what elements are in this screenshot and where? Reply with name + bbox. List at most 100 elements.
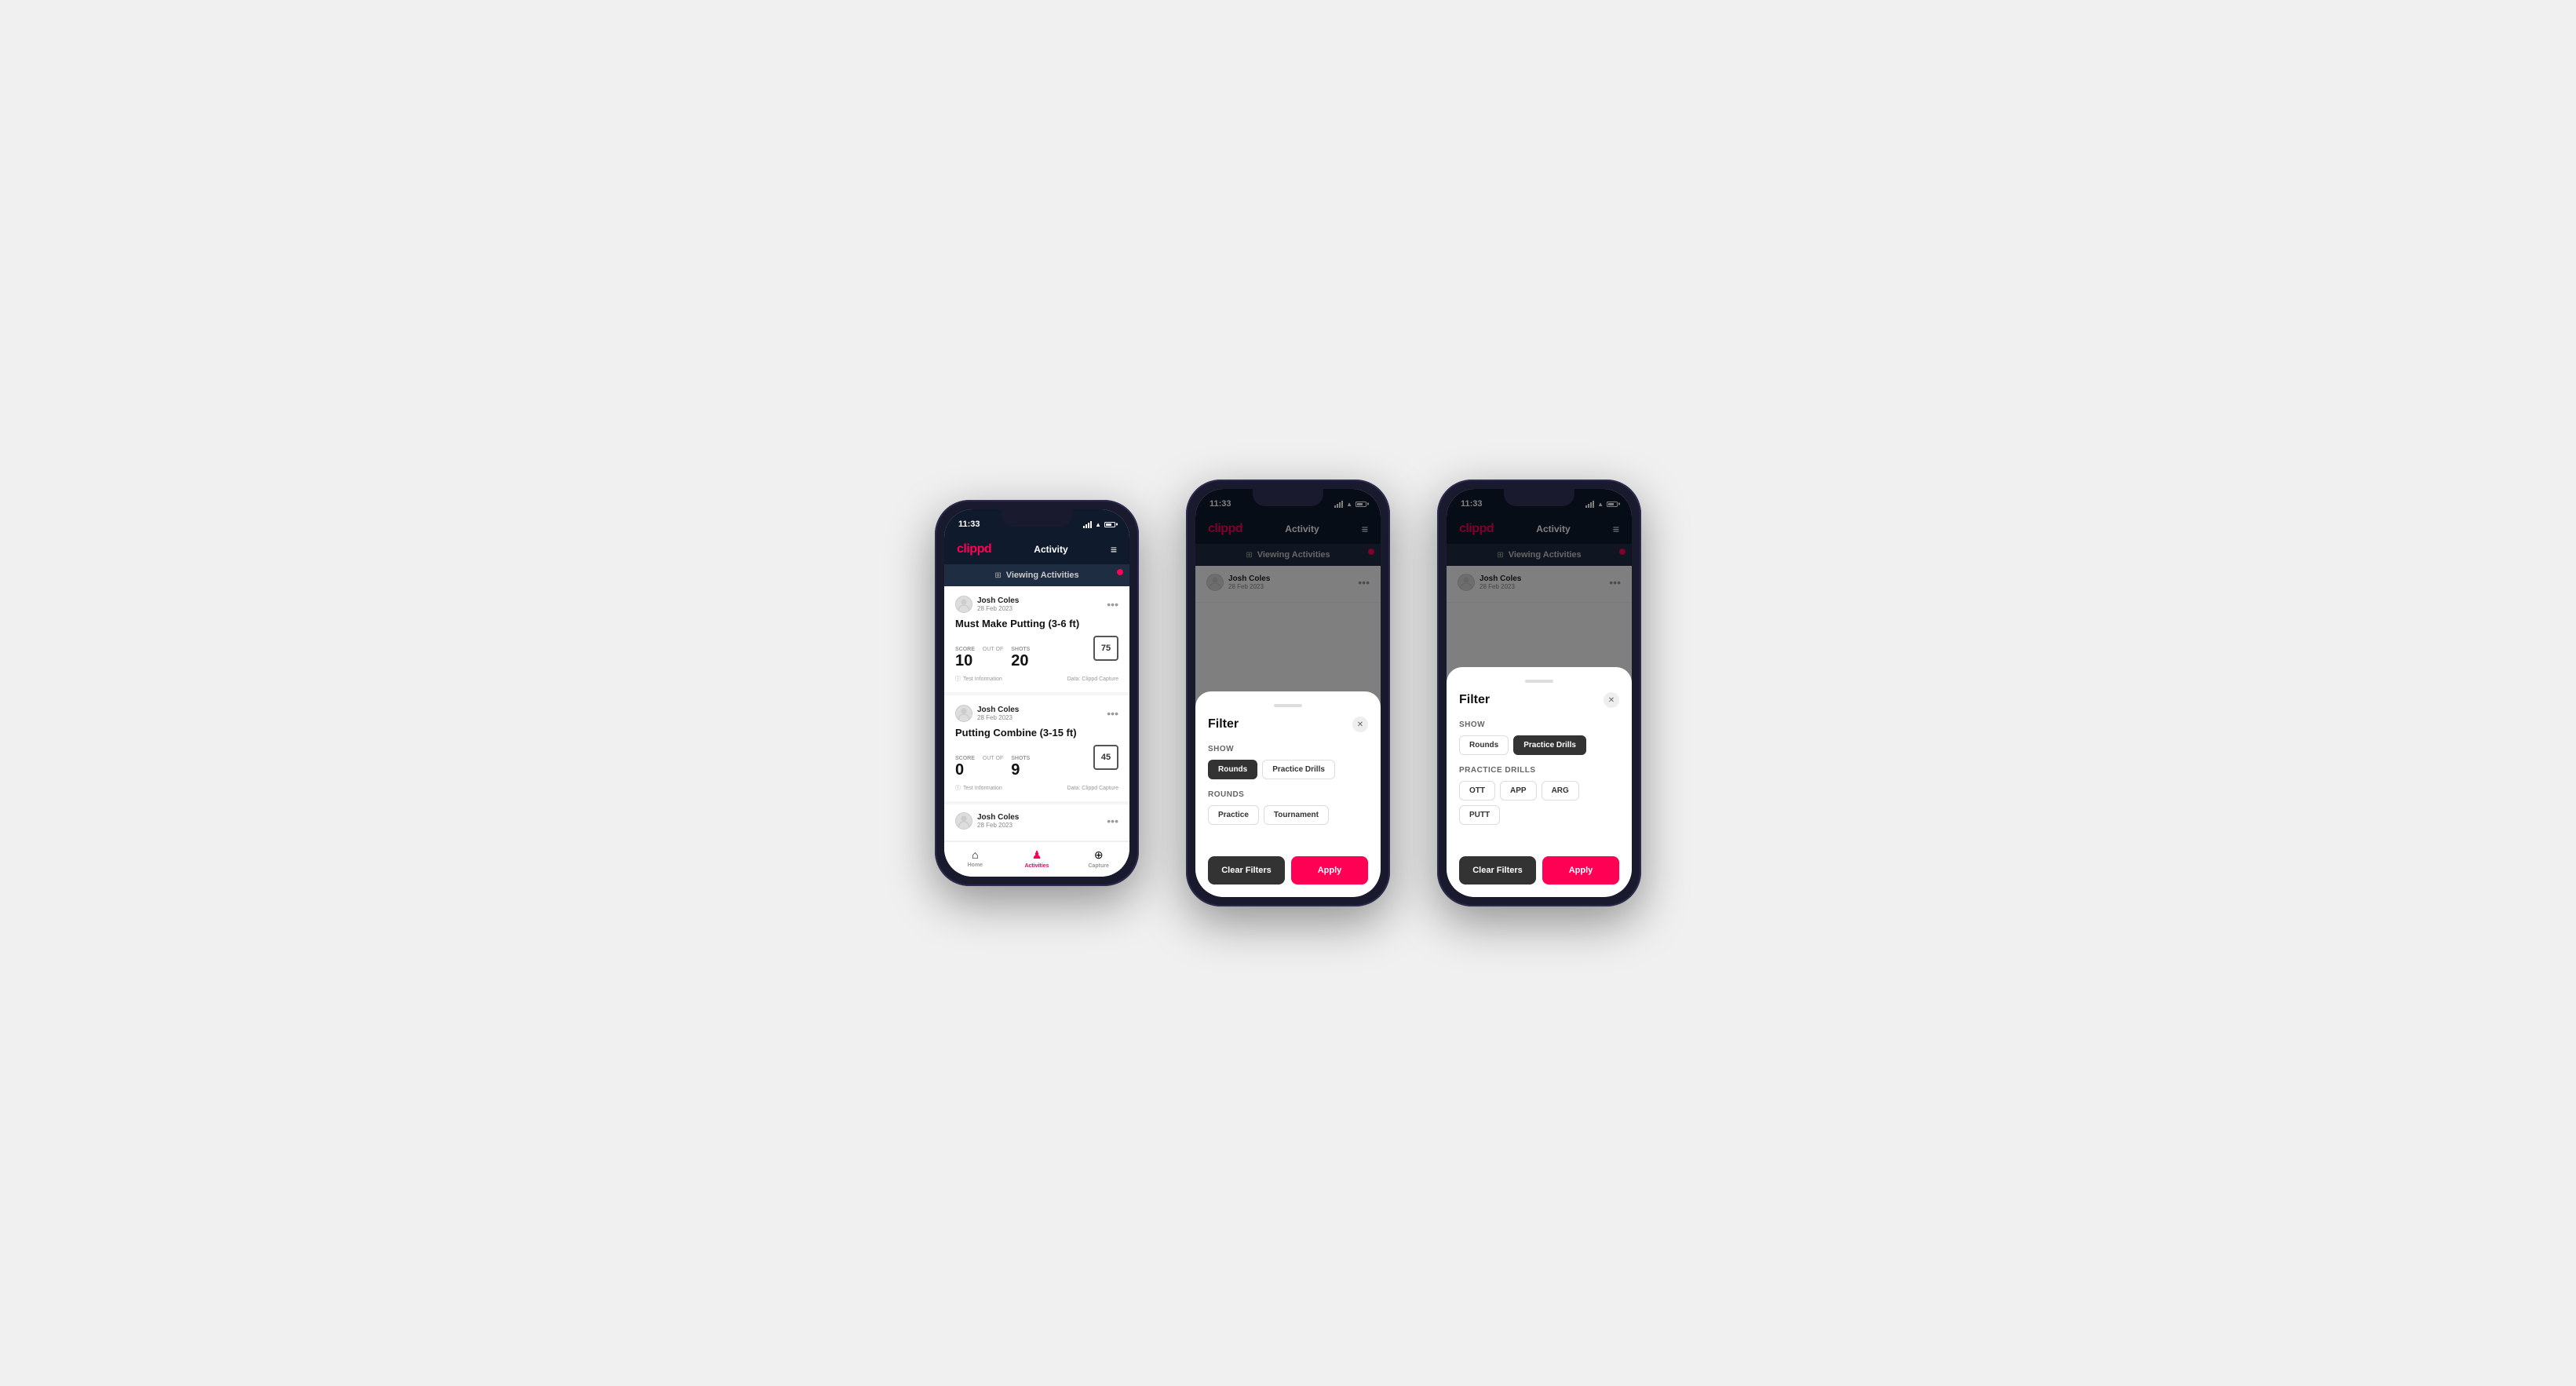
scene: 11:33 ▲ clippd Activity ≡ — [903, 432, 1673, 954]
shots-value-2: 9 — [1011, 761, 1020, 779]
shot-quality-badge-2: 45 — [1093, 745, 1118, 770]
signal-icon-1 — [1083, 521, 1092, 528]
score-label-2: Score — [955, 756, 975, 761]
show-label-2: Show — [1208, 745, 1368, 753]
banner-dot-1 — [1117, 569, 1123, 575]
home-icon-1: ⌂ — [972, 848, 978, 861]
more-dots-2[interactable]: ••• — [1107, 707, 1118, 720]
pill-practice-drills-3[interactable]: Practice Drills — [1513, 735, 1586, 755]
hamburger-icon-1[interactable]: ≡ — [1111, 543, 1117, 556]
rounds-pills-2: Practice Tournament — [1208, 805, 1368, 825]
stats-row-2: Score 0 OUT OF Shots 9 45 — [955, 745, 1118, 779]
activities-icon-1: ♟ — [1032, 848, 1042, 862]
modal-title-3: Filter — [1459, 693, 1490, 707]
notch-2 — [1253, 489, 1323, 506]
info-icon-1: ⓘ — [955, 675, 961, 683]
shots-label-2: Shots — [1011, 756, 1030, 761]
battery-icon-1 — [1104, 522, 1115, 527]
phone-2: 11:33 ▲ clippd Activity ≡ — [1186, 480, 1390, 906]
avatar-2 — [955, 705, 972, 722]
user-details-3: Josh Coles 28 Feb 2023 — [977, 813, 1019, 829]
home-label-1: Home — [968, 863, 983, 868]
activities-label-1: Activities — [1024, 863, 1049, 869]
close-button-2[interactable]: ✕ — [1352, 717, 1368, 732]
data-source-1: Data: Clippd Capture — [1067, 677, 1118, 682]
show-pills-2: Rounds Practice Drills — [1208, 760, 1368, 779]
stats-row-1: Score 10 OUT OF Shots 20 75 — [955, 636, 1118, 670]
user-details-1: Josh Coles 28 Feb 2023 — [977, 596, 1019, 612]
more-dots-1[interactable]: ••• — [1107, 598, 1118, 611]
user-name-3: Josh Coles — [977, 813, 1019, 822]
wifi-icon-1: ▲ — [1095, 521, 1101, 528]
pill-practice-round-2[interactable]: Practice — [1208, 805, 1259, 825]
pill-app-3[interactable]: APP — [1500, 781, 1537, 801]
nav-home-1[interactable]: ⌂ Home — [944, 842, 1006, 877]
shot-quality-value-2: 45 — [1101, 753, 1111, 762]
pill-tournament-2[interactable]: Tournament — [1264, 805, 1329, 825]
modal-header-2: Filter ✕ — [1208, 717, 1368, 732]
test-info-2: ⓘ Test Information — [955, 784, 1002, 792]
pill-arg-3[interactable]: ARG — [1542, 781, 1579, 801]
apply-button-2[interactable]: Apply — [1291, 856, 1368, 884]
shots-label-1: Shots — [1011, 647, 1030, 652]
info-icon-2: ⓘ — [955, 784, 961, 792]
pill-ott-3[interactable]: OTT — [1459, 781, 1495, 801]
banner-text-1: Viewing Activities — [1006, 571, 1079, 580]
pill-rounds-3[interactable]: Rounds — [1459, 735, 1509, 755]
bottom-nav-1: ⌂ Home ♟ Activities ⊕ Capture — [944, 841, 1129, 877]
card-1-footer: ⓘ Test Information Data: Clippd Capture — [955, 675, 1118, 683]
drills-label-3: Practice Drills — [1459, 766, 1619, 775]
activity-title-2: Putting Combine (3-15 ft) — [955, 727, 1118, 739]
app-header-1: clippd Activity ≡ — [944, 536, 1129, 564]
modal-title-2: Filter — [1208, 717, 1239, 731]
avatar-1 — [955, 596, 972, 613]
capture-label-1: Capture — [1088, 863, 1108, 869]
modal-handle-3 — [1525, 680, 1553, 683]
user-date-2: 28 Feb 2023 — [977, 714, 1019, 721]
user-name-2: Josh Coles — [977, 706, 1019, 714]
shot-quality-value-1: 75 — [1101, 644, 1111, 653]
clear-filters-button-2[interactable]: Clear Filters — [1208, 856, 1285, 884]
card-2-header: Josh Coles 28 Feb 2023 ••• — [955, 705, 1118, 722]
card-1-header: Josh Coles 28 Feb 2023 ••• — [955, 596, 1118, 613]
phone-3-screen: 11:33 ▲ clippd Activity ≡ — [1447, 489, 1632, 897]
viewing-banner-1: ⊞ Viewing Activities — [944, 564, 1129, 586]
apply-button-3[interactable]: Apply — [1542, 856, 1619, 884]
phone-1-screen: 11:33 ▲ clippd Activity ≡ — [944, 509, 1129, 877]
header-title-1: Activity — [1034, 544, 1067, 555]
score-section-1: Score 10 — [955, 647, 975, 670]
clear-filters-button-3[interactable]: Clear Filters — [1459, 856, 1536, 884]
phone-1: 11:33 ▲ clippd Activity ≡ — [935, 500, 1139, 886]
user-info-1: Josh Coles 28 Feb 2023 — [955, 596, 1019, 613]
nav-capture-1[interactable]: ⊕ Capture — [1067, 842, 1129, 877]
activity-card-3: Josh Coles 28 Feb 2023 ••• — [944, 804, 1129, 841]
modal-handle-2 — [1274, 704, 1302, 707]
drills-pills-3: OTT APP ARG PUTT — [1459, 781, 1619, 825]
data-source-2: Data: Clippd Capture — [1067, 786, 1118, 791]
shots-section-2: Shots 9 — [1011, 756, 1030, 779]
nav-activities-1[interactable]: ♟ Activities — [1006, 842, 1068, 877]
modal-actions-2: Clear Filters Apply — [1208, 856, 1368, 884]
user-date-1: 28 Feb 2023 — [977, 605, 1019, 612]
status-time-1: 11:33 — [958, 520, 980, 529]
out-of-2: OUT OF — [983, 756, 1003, 761]
pill-putt-3[interactable]: PUTT — [1459, 805, 1500, 825]
rounds-label-2: Rounds — [1208, 790, 1368, 799]
close-button-3[interactable]: ✕ — [1604, 692, 1619, 708]
status-icons-1: ▲ — [1083, 521, 1115, 528]
filter-modal-3: Filter ✕ Show Rounds Practice Drills Pra… — [1447, 667, 1632, 897]
filter-modal-2: Filter ✕ Show Rounds Practice Drills Rou… — [1195, 691, 1381, 897]
activity-title-1: Must Make Putting (3-6 ft) — [955, 618, 1118, 629]
pill-practice-drills-2[interactable]: Practice Drills — [1262, 760, 1335, 779]
phone-2-screen: 11:33 ▲ clippd Activity ≡ — [1195, 489, 1381, 897]
capture-icon-1: ⊕ — [1094, 848, 1104, 862]
modal-actions-3: Clear Filters Apply — [1459, 856, 1619, 884]
more-dots-3[interactable]: ••• — [1107, 815, 1118, 827]
card-3-header: Josh Coles 28 Feb 2023 ••• — [955, 812, 1118, 830]
pill-rounds-2[interactable]: Rounds — [1208, 760, 1257, 779]
score-label-1: Score — [955, 647, 975, 652]
user-name-1: Josh Coles — [977, 596, 1019, 605]
score-value-2: 0 — [955, 761, 964, 779]
show-label-3: Show — [1459, 720, 1619, 729]
notch-1 — [1002, 509, 1072, 527]
